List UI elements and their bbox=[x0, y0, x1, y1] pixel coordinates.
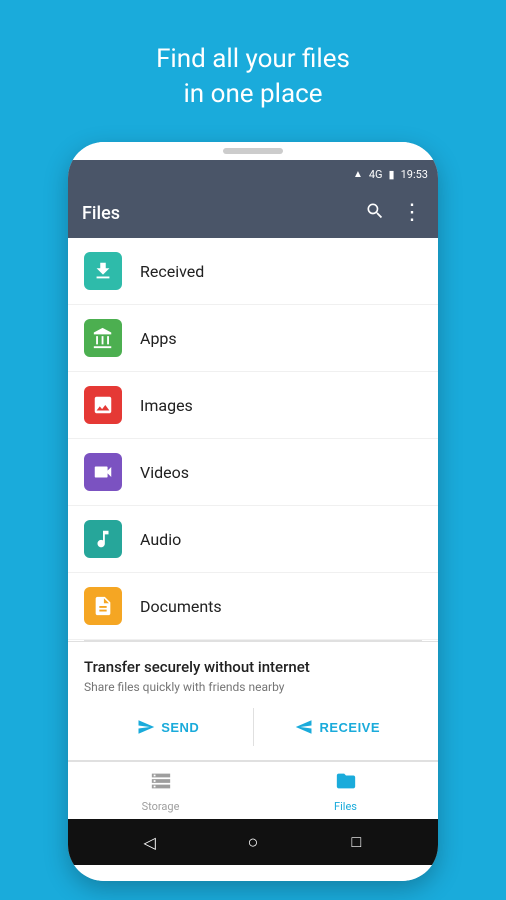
recents-button[interactable]: □ bbox=[345, 831, 367, 853]
phone-container: ▲ 4G ▮ 19:53 Files ⋮ Received bbox=[68, 142, 438, 881]
list-item-videos[interactable]: Videos bbox=[68, 439, 438, 506]
images-label: Images bbox=[140, 396, 193, 415]
apps-icon bbox=[84, 319, 122, 357]
transfer-subtitle: Share files quickly with friends nearby bbox=[84, 680, 422, 694]
transfer-title: Transfer securely without internet bbox=[84, 658, 422, 676]
videos-label: Videos bbox=[140, 463, 189, 482]
nav-item-storage[interactable]: Storage bbox=[68, 762, 253, 819]
list-item-documents[interactable]: Documents bbox=[68, 573, 438, 640]
transfer-section: Transfer securely without internet Share… bbox=[68, 641, 438, 760]
audio-icon bbox=[84, 520, 122, 558]
nav-item-files[interactable]: Files bbox=[253, 762, 438, 819]
status-bar: ▲ 4G ▮ 19:53 bbox=[68, 160, 438, 188]
files-nav-label: Files bbox=[334, 800, 357, 813]
phone-bottom-bar bbox=[68, 865, 438, 881]
documents-label: Documents bbox=[140, 597, 222, 616]
videos-icon bbox=[84, 453, 122, 491]
app-toolbar: Files ⋮ bbox=[68, 188, 438, 238]
receive-button[interactable]: RECEIVE bbox=[254, 708, 423, 746]
storage-nav-icon bbox=[150, 770, 172, 797]
battery-icon: ▮ bbox=[389, 168, 395, 181]
time-display: 19:53 bbox=[401, 168, 428, 181]
received-icon bbox=[84, 252, 122, 290]
apps-label: Apps bbox=[140, 329, 177, 348]
audio-label: Audio bbox=[140, 530, 181, 549]
bottom-nav: Storage Files bbox=[68, 761, 438, 819]
storage-nav-label: Storage bbox=[142, 800, 180, 813]
phone-top-bar bbox=[68, 142, 438, 160]
home-button[interactable]: ○ bbox=[242, 831, 264, 853]
documents-icon bbox=[84, 587, 122, 625]
phone-speaker bbox=[223, 148, 283, 154]
back-button[interactable]: ◁ bbox=[139, 831, 161, 853]
list-item-audio[interactable]: Audio bbox=[68, 506, 438, 573]
signal-icon: ▲ bbox=[353, 169, 363, 180]
received-label: Received bbox=[140, 262, 204, 281]
more-options-icon[interactable]: ⋮ bbox=[401, 202, 424, 224]
search-icon[interactable] bbox=[365, 201, 385, 226]
toolbar-title: Files bbox=[82, 203, 365, 224]
home-bar: ◁ ○ □ bbox=[68, 819, 438, 865]
list-item-received[interactable]: Received bbox=[68, 238, 438, 305]
network-indicator: 4G bbox=[369, 168, 383, 181]
transfer-buttons: SEND RECEIVE bbox=[84, 708, 422, 746]
files-nav-icon bbox=[335, 770, 357, 797]
file-list: Received Apps Images bbox=[68, 238, 438, 640]
header-text: Find all your files in one place bbox=[156, 42, 350, 112]
list-item-images[interactable]: Images bbox=[68, 372, 438, 439]
images-icon bbox=[84, 386, 122, 424]
list-item-apps[interactable]: Apps bbox=[68, 305, 438, 372]
send-button[interactable]: SEND bbox=[84, 708, 254, 746]
